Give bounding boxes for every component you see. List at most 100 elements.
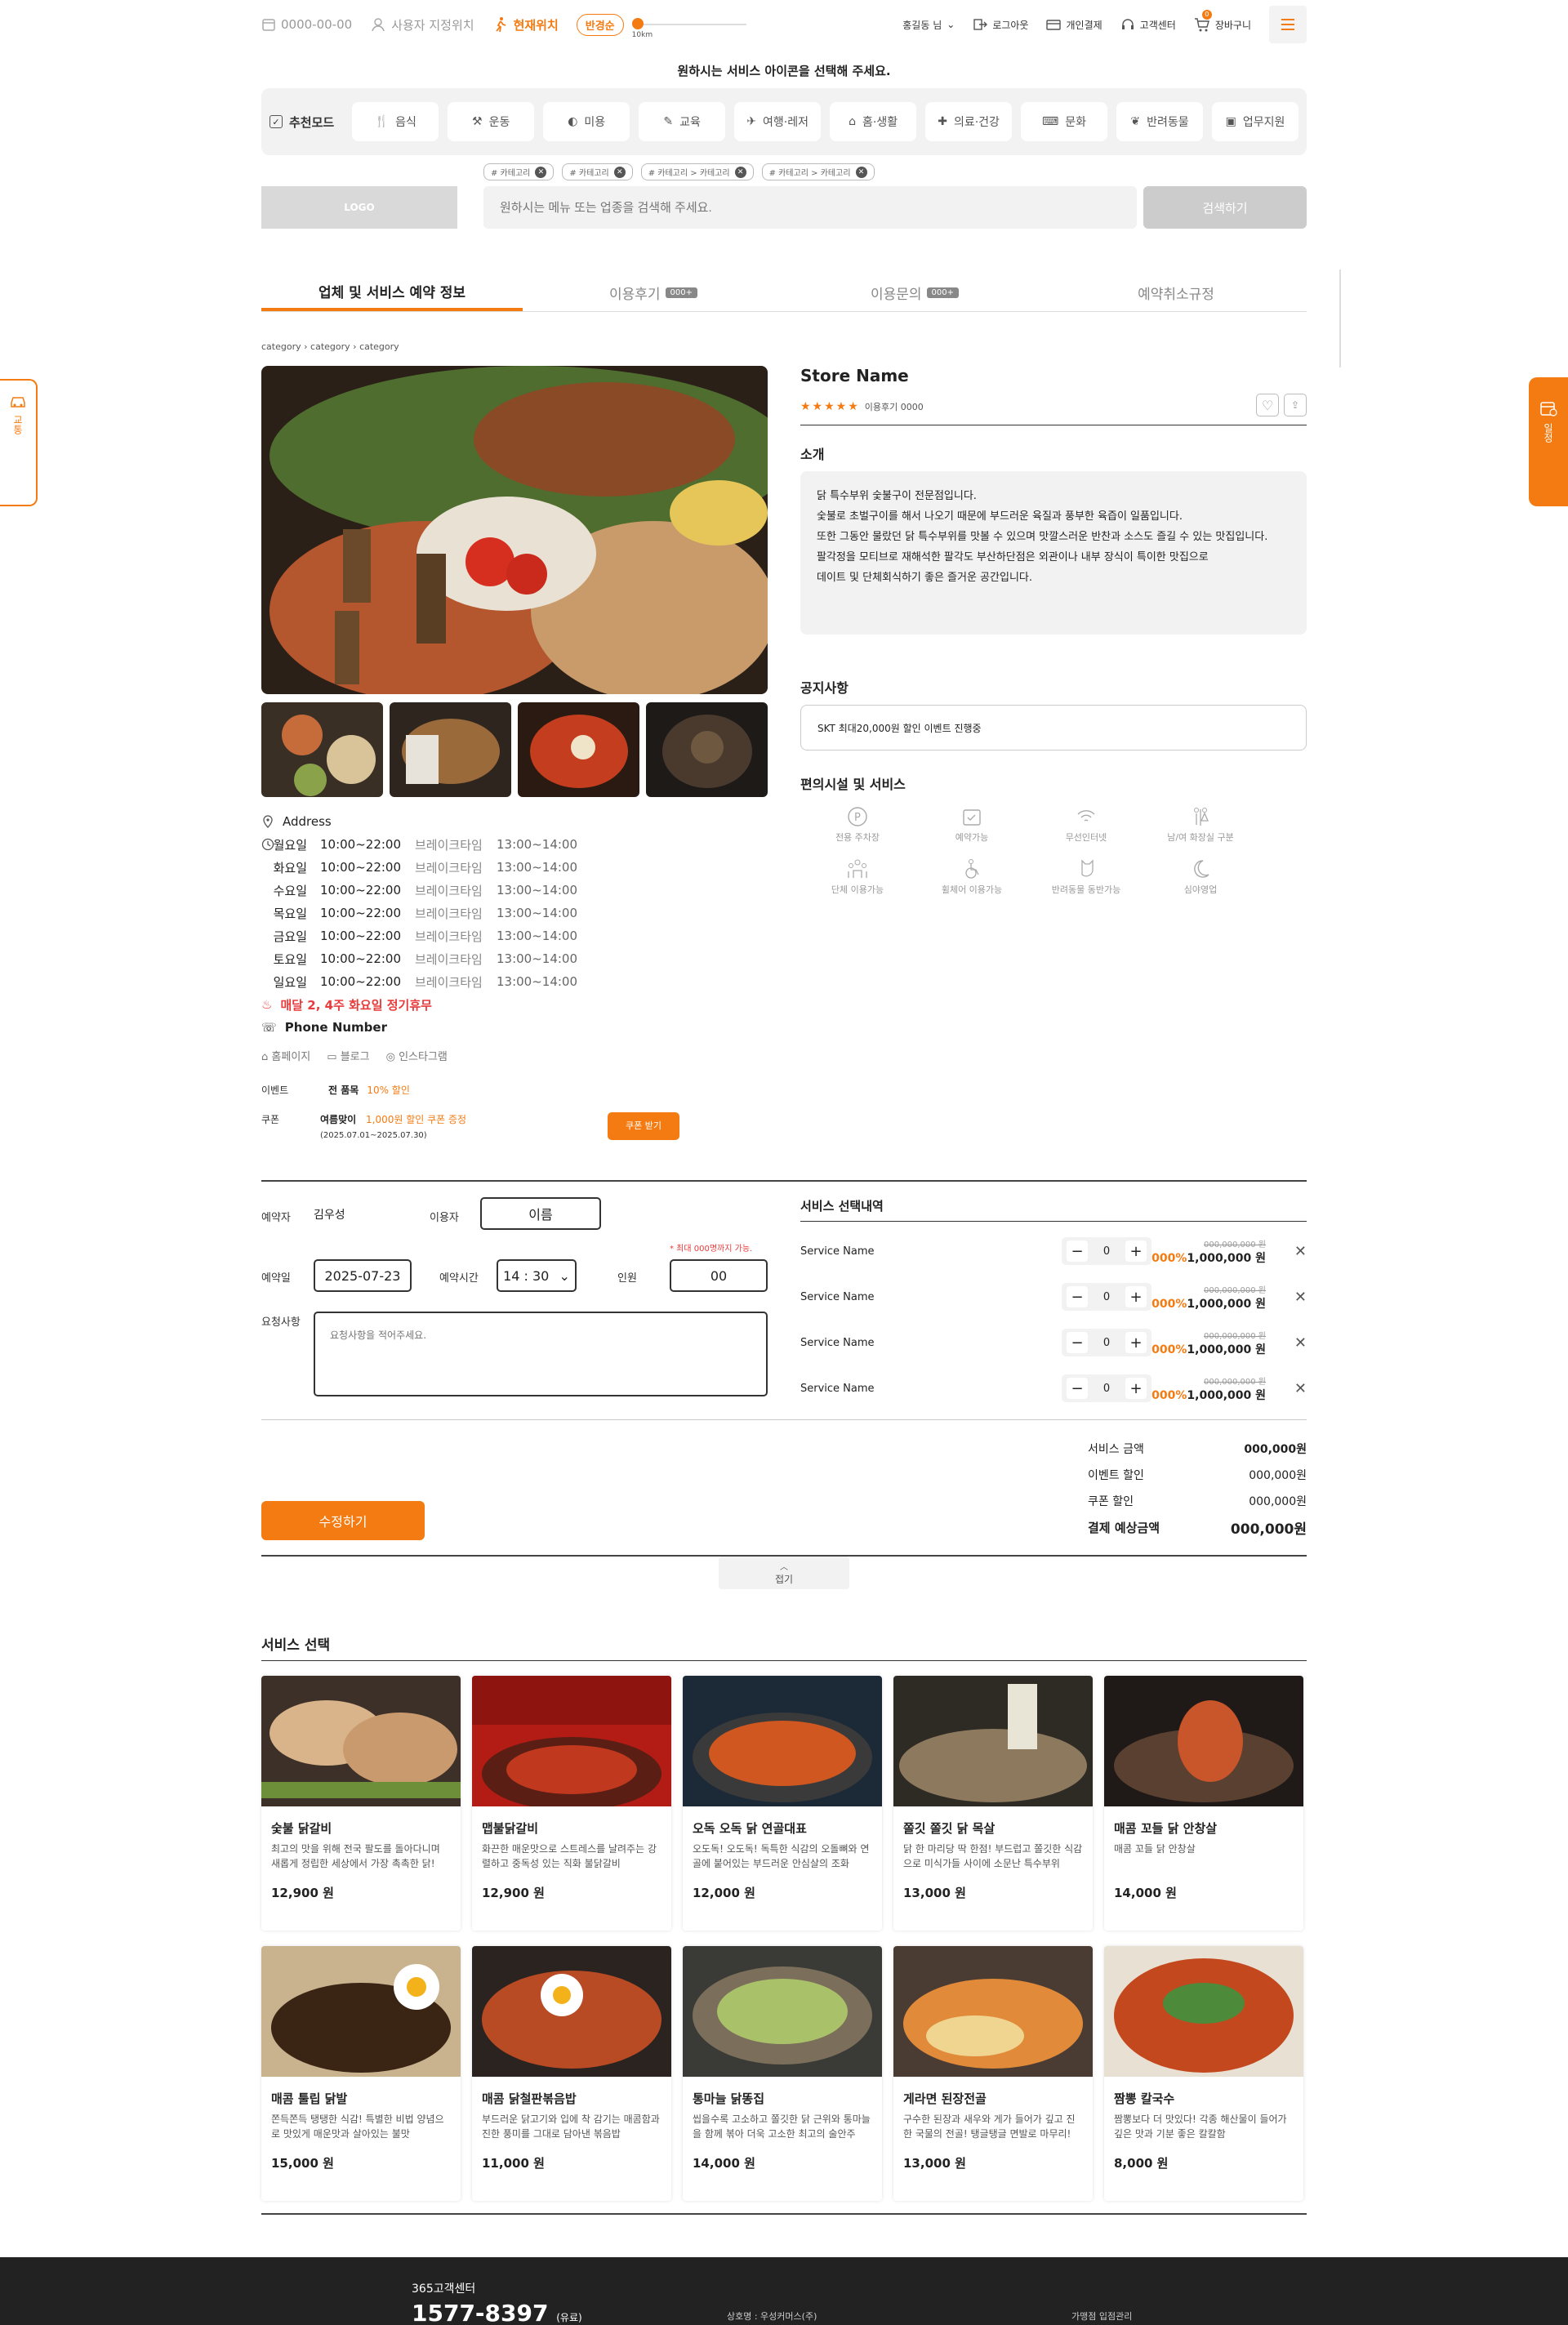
minus-button[interactable]: − <box>1067 1332 1088 1353</box>
remove-service-icon[interactable]: ✕ <box>1266 1380 1307 1397</box>
store-main-photo[interactable] <box>261 366 768 694</box>
page-scrollbar[interactable] <box>1339 269 1341 367</box>
edit-button[interactable]: 수정하기 <box>261 1501 425 1540</box>
thumbnail[interactable] <box>646 702 768 797</box>
side-tab-schedule[interactable]: 일정 <box>1529 377 1568 506</box>
menu-card[interactable]: 숯불 닭갈비 최고의 맛을 위해 전국 팔도를 돌아다니며 새롭게 정립한 세상에… <box>261 1676 461 1931</box>
customer-phone[interactable]: 1577-8397 (유료) <box>412 2300 582 2325</box>
category-exercise[interactable]: ⚒ 운동 <box>448 102 535 141</box>
coupon-download-button[interactable]: 쿠폰 받기 <box>608 1112 679 1140</box>
homepage-link[interactable]: ⌂ 홈페이지 <box>261 1048 310 1063</box>
chicken-cartilage-image <box>683 1676 882 1806</box>
minus-button[interactable]: − <box>1067 1286 1088 1307</box>
utensils-icon: 🍴 <box>374 115 390 128</box>
plus-button[interactable]: + <box>1125 1286 1147 1307</box>
category-chip[interactable]: # 카테고리 ✕ <box>562 163 633 180</box>
quantity-stepper[interactable]: − 0 + <box>1062 1374 1152 1402</box>
payment-link[interactable]: 개인결제 <box>1046 17 1102 32</box>
close-icon[interactable]: ✕ <box>734 166 746 178</box>
partner-apply-link[interactable]: 가맹점 입점관리 <box>1071 2309 1132 2323</box>
tab-info[interactable]: 업체 및 서비스 예약 정보 <box>261 274 523 311</box>
side-tab-transport[interactable]: 교통 <box>0 379 38 506</box>
review-count[interactable]: 이용후기 0000 <box>865 402 924 412</box>
breadcrumb-item[interactable]: category <box>261 341 301 352</box>
category-business[interactable]: ▣ 업무지원 <box>1211 102 1298 141</box>
plus-button[interactable]: + <box>1125 1240 1147 1262</box>
breadcrumb-item[interactable]: category <box>359 341 399 352</box>
breadcrumb-item[interactable]: category <box>310 341 350 352</box>
thumbnail[interactable] <box>261 702 383 797</box>
menu-card[interactable]: 매콤 닭철판볶음밥 부드러운 닭고기와 입에 착 감기는 매콤함과 진한 풍미를 … <box>472 1946 671 2201</box>
tab-reviews[interactable]: 이용후기 000+ <box>523 274 784 311</box>
phone-row[interactable]: ☏ Phone Number <box>261 1016 768 1039</box>
radius-slider[interactable]: 10km <box>631 18 746 39</box>
recommend-mode-toggle[interactable]: ✓ 추천모드 <box>270 114 343 131</box>
thumbnail[interactable] <box>390 702 511 797</box>
blog-link[interactable]: ▭ 블로그 <box>327 1048 369 1063</box>
category-culture[interactable]: ⌨ 문화 <box>1021 102 1108 141</box>
logout-link[interactable]: 로그아웃 <box>973 17 1028 32</box>
reservation-date-input[interactable]: 2025-07-23 <box>314 1259 412 1292</box>
hours-row: 일요일 10:00~22:00 브레이크타임 13:00~14:00 <box>261 970 768 993</box>
remove-service-icon[interactable]: ✕ <box>1266 1243 1307 1260</box>
support-link[interactable]: 고객센터 <box>1120 17 1176 32</box>
quantity-stepper[interactable]: − 0 + <box>1062 1237 1152 1265</box>
plus-button[interactable]: + <box>1125 1378 1147 1399</box>
radius-sort-pill[interactable]: 반경순 <box>576 13 624 36</box>
user-menu[interactable]: 홍길동 님 ⌄ <box>902 18 955 32</box>
category-food[interactable]: 🍴 음식 <box>352 102 439 141</box>
people-count-input[interactable]: 00 <box>670 1259 768 1292</box>
chicken-inner-skirt-image <box>1104 1676 1303 1806</box>
plus-button[interactable]: + <box>1125 1332 1147 1353</box>
minus-button[interactable]: − <box>1067 1378 1088 1399</box>
category-travel[interactable]: ✈ 여행·레저 <box>734 102 822 141</box>
search-button[interactable]: 검색하기 <box>1143 186 1307 229</box>
menu-card[interactable]: 통마늘 닭똥집 씹을수록 고소하고 쫄깃한 닭 근위와 통마늘을 함께 볶아 더욱… <box>683 1946 882 2201</box>
menu-card[interactable]: 맵불닭갈비 화끈한 매운맛으로 스트레스를 날려주는 강렬하고 중독성 있는 직화… <box>472 1676 671 1931</box>
category-chip[interactable]: # 카테고리 ✕ <box>483 163 555 180</box>
thumbnail[interactable] <box>518 702 639 797</box>
category-pet[interactable]: ❦ 반려동물 <box>1116 102 1203 141</box>
fold-button[interactable]: ︿ 접기 <box>719 1557 849 1589</box>
instagram-link[interactable]: ◎ 인스타그램 <box>386 1048 448 1063</box>
category-home[interactable]: ⌂ 홈·생활 <box>830 102 917 141</box>
category-education[interactable]: ✎ 교육 <box>639 102 726 141</box>
cart-link[interactable]: 0 장바구니 <box>1194 10 1251 33</box>
search-input[interactable] <box>483 186 1137 229</box>
close-icon[interactable]: ✕ <box>613 166 626 178</box>
date-picker[interactable]: 0000-00-00 <box>261 17 352 32</box>
reservation-time-select[interactable]: 14 : 30 ⌄ <box>497 1259 577 1292</box>
close-icon[interactable]: ✕ <box>535 166 547 178</box>
menu-card[interactable]: 짬뽕 칼국수 짬뽕보다 더 맛있다! 각종 해산물이 들어가 깊은 맛과 기분 좋… <box>1104 1946 1303 2201</box>
remove-service-icon[interactable]: ✕ <box>1266 1289 1307 1306</box>
menu-card[interactable]: 매콤 툴립 닭발 쫀득쫀득 탱탱한 식감! 특별한 비법 양념으로 맛있게 매운맛… <box>261 1946 461 2201</box>
category-beauty[interactable]: ◐ 미용 <box>543 102 630 141</box>
discounted-price: 1,000,000 원 <box>1187 1297 1266 1311</box>
menu-card[interactable]: 오독 오독 닭 연골대표 오도독! 오도독! 독특한 식감의 오돌뼈와 연골에 붙… <box>683 1676 882 1931</box>
quantity-stepper[interactable]: − 0 + <box>1062 1329 1152 1356</box>
share-button[interactable]: ⇪ <box>1284 394 1307 416</box>
remove-service-icon[interactable]: ✕ <box>1266 1334 1307 1352</box>
menu-card[interactable]: 매콤 꼬들 닭 안창살 매콤 꼬들 닭 안창살 14,000 원 <box>1104 1676 1303 1931</box>
category-chip[interactable]: # 카테고리 > 카테고리 ✕ <box>761 163 875 180</box>
menu-card[interactable]: 쫄깃 쫄깃 닭 목살 닭 한 마리당 딱 한점! 부드럽고 쫄깃한 식감으로 미식… <box>893 1676 1093 1931</box>
category-medical[interactable]: ✚ 의료·건강 <box>925 102 1013 141</box>
category-chip[interactable]: # 카테고리 > 카테고리 ✕ <box>640 163 754 180</box>
user-name-input[interactable]: 이름 <box>480 1197 601 1230</box>
current-location-button[interactable]: 현재위치 <box>492 16 559 33</box>
quantity-stepper[interactable]: − 0 + <box>1062 1283 1152 1311</box>
request-textarea[interactable] <box>314 1312 768 1396</box>
tab-inquiry[interactable]: 이용문의 000+ <box>784 274 1045 311</box>
hamburger-menu-button[interactable] <box>1269 6 1307 43</box>
holiday-row: ♨ 매달 2, 4주 화요일 정기휴무 <box>261 993 768 1016</box>
menu-card[interactable]: 게라면 된장전골 구수한 된장과 새우와 게가 들어가 깊고 진한 국물의 전골!… <box>893 1946 1093 2201</box>
tab-cancel-policy[interactable]: 예약취소규정 <box>1045 274 1307 311</box>
store-info: Address 월요일 10:00~22:00 브레이크타임 13:00~14:00 … <box>261 810 768 1140</box>
user-location-button[interactable]: 사용자 지정위치 <box>370 16 474 33</box>
slider-knob[interactable] <box>631 18 644 29</box>
favorite-button[interactable]: ♡ <box>1256 394 1279 416</box>
menu-photo <box>472 1676 671 1811</box>
minus-button[interactable]: − <box>1067 1240 1088 1262</box>
close-icon[interactable]: ✕ <box>855 166 867 178</box>
logo[interactable]: LOGO <box>261 186 457 229</box>
